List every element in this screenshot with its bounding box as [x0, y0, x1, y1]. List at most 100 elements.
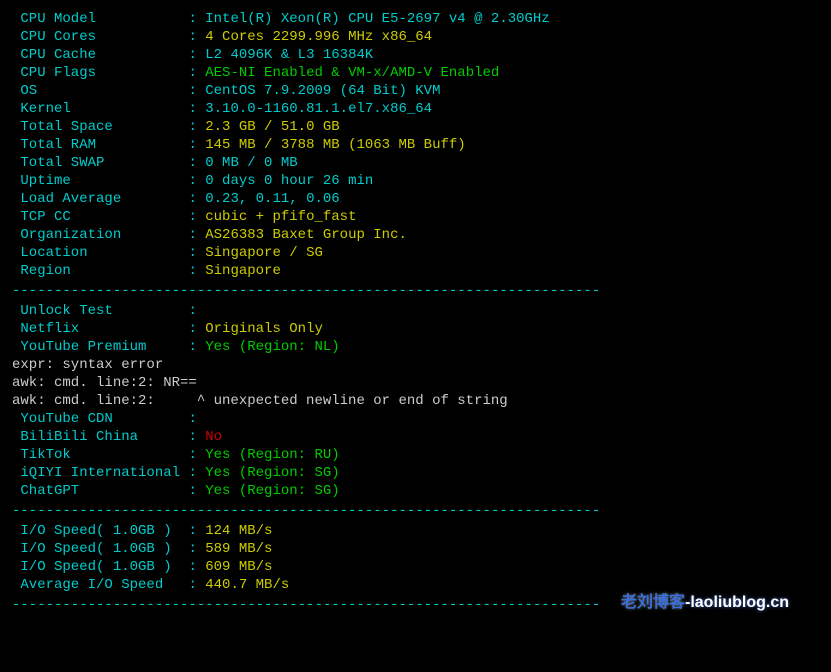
- separator: :: [188, 339, 205, 355]
- io-label: I/O Speed( 1.0GB ): [12, 523, 188, 539]
- separator: :: [188, 11, 205, 27]
- sys-label: Load Average: [12, 191, 188, 207]
- sys-row: Total SWAP : 0 MB / 0 MB: [12, 154, 795, 172]
- unlock_bottom-row: ChatGPT : Yes (Region: SG): [12, 482, 795, 500]
- unlock_bottom-row: TikTok : Yes (Region: RU): [12, 446, 795, 464]
- separator: :: [188, 321, 205, 337]
- sys-value: 0 MB / 0 MB: [205, 155, 297, 171]
- divider: ----------------------------------------…: [12, 282, 795, 300]
- io-label: I/O Speed( 1.0GB ): [12, 541, 188, 557]
- sys-label: Kernel: [12, 101, 188, 117]
- separator: :: [188, 541, 205, 557]
- sys-row: TCP CC : cubic + pfifo_fast: [12, 208, 795, 226]
- separator: :: [188, 173, 205, 189]
- sys-label: Location: [12, 245, 188, 261]
- sys-value: AS26383 Baxet Group Inc.: [205, 227, 407, 243]
- sys-value: 4 Cores 2299.996 MHz x86_64: [205, 29, 432, 45]
- io-row: I/O Speed( 1.0GB ) : 609 MB/s: [12, 558, 795, 576]
- unlock_top-label: YouTube Premium: [12, 339, 188, 355]
- sys-label: OS: [12, 83, 188, 99]
- sys-row: Kernel : 3.10.0-1160.81.1.el7.x86_64: [12, 100, 795, 118]
- sys-value: 0.23, 0.11, 0.06: [205, 191, 339, 207]
- separator: :: [188, 137, 205, 153]
- sys-value: AES-NI Enabled & VM-x/AMD-V Enabled: [205, 65, 499, 81]
- io-value: 440.7 MB/s: [205, 577, 289, 593]
- sys-row: CPU Cache : L2 4096K & L3 16384K: [12, 46, 795, 64]
- unlock_top-value: Originals Only: [205, 321, 323, 337]
- unlock_bottom-value: Yes (Region: SG): [205, 465, 339, 481]
- sys-label: Total SWAP: [12, 155, 188, 171]
- sys-label: CPU Cache: [12, 47, 188, 63]
- io-row: I/O Speed( 1.0GB ) : 589 MB/s: [12, 540, 795, 558]
- sys-row: Load Average : 0.23, 0.11, 0.06: [12, 190, 795, 208]
- separator: :: [188, 465, 205, 481]
- separator: :: [188, 47, 205, 63]
- sys-value: CentOS 7.9.2009 (64 Bit) KVM: [205, 83, 440, 99]
- sys-row: Total Space : 2.3 GB / 51.0 GB: [12, 118, 795, 136]
- unlock_top-row: Netflix : Originals Only: [12, 320, 795, 338]
- unlock_bottom-row: YouTube CDN :: [12, 410, 795, 428]
- unlock_bottom-value: Yes (Region: SG): [205, 483, 339, 499]
- separator: :: [188, 101, 205, 117]
- unlock_bottom-label: YouTube CDN: [12, 411, 188, 427]
- sys-value: Singapore: [205, 263, 281, 279]
- error-line: awk: cmd. line:2: ^ unexpected newline o…: [12, 392, 795, 410]
- sys-row: Organization : AS26383 Baxet Group Inc.: [12, 226, 795, 244]
- separator: :: [188, 577, 205, 593]
- separator: :: [188, 29, 205, 45]
- sys-row: Location : Singapore / SG: [12, 244, 795, 262]
- divider: ----------------------------------------…: [12, 596, 795, 614]
- unlock_bottom-row: BiliBili China : No: [12, 428, 795, 446]
- error-line: expr: syntax error: [12, 356, 795, 374]
- sys-value: cubic + pfifo_fast: [205, 209, 356, 225]
- separator: :: [188, 483, 205, 499]
- sys-label: Region: [12, 263, 188, 279]
- separator: :: [188, 155, 205, 171]
- sys-label: Uptime: [12, 173, 188, 189]
- separator: :: [188, 83, 205, 99]
- separator: :: [188, 263, 205, 279]
- unlock_header-row: Unlock Test :: [12, 302, 795, 320]
- unlock_bottom-label: ChatGPT: [12, 483, 188, 499]
- unlock_bottom-row: iQIYI International : Yes (Region: SG): [12, 464, 795, 482]
- separator: :: [188, 245, 205, 261]
- separator: :: [188, 447, 205, 463]
- sys-label: CPU Flags: [12, 65, 188, 81]
- separator: :: [188, 209, 205, 225]
- sys-row: Region : Singapore: [12, 262, 795, 280]
- error-line: awk: cmd. line:2: NR==: [12, 374, 795, 392]
- sys-value: 145 MB / 3788 MB (1063 MB Buff): [205, 137, 465, 153]
- sys-label: CPU Model: [12, 11, 188, 27]
- separator: :: [188, 65, 205, 81]
- sys-value: 0 days 0 hour 26 min: [205, 173, 373, 189]
- io-label: Average I/O Speed: [12, 577, 188, 593]
- io-label: I/O Speed( 1.0GB ): [12, 559, 188, 575]
- sys-label: Total RAM: [12, 137, 188, 153]
- unlock_bottom-label: BiliBili China: [12, 429, 188, 445]
- sys-row: Total RAM : 145 MB / 3788 MB (1063 MB Bu…: [12, 136, 795, 154]
- io-row: I/O Speed( 1.0GB ) : 124 MB/s: [12, 522, 795, 540]
- unlock_bottom-value: No: [205, 429, 222, 445]
- io-row: Average I/O Speed : 440.7 MB/s: [12, 576, 795, 594]
- sys-value: 2.3 GB / 51.0 GB: [205, 119, 339, 135]
- unlock_bottom-label: iQIYI International: [12, 465, 188, 481]
- sys-row: Uptime : 0 days 0 hour 26 min: [12, 172, 795, 190]
- io-value: 124 MB/s: [205, 523, 272, 539]
- io-value: 609 MB/s: [205, 559, 272, 575]
- unlock_top-value: Yes (Region: NL): [205, 339, 339, 355]
- sys-row: CPU Cores : 4 Cores 2299.996 MHz x86_64: [12, 28, 795, 46]
- separator: :: [188, 191, 205, 207]
- separator: :: [188, 227, 205, 243]
- sys-value: Singapore / SG: [205, 245, 323, 261]
- unlock_top-row: YouTube Premium : Yes (Region: NL): [12, 338, 795, 356]
- unlock_top-label: Netflix: [12, 321, 188, 337]
- sys-row: CPU Flags : AES-NI Enabled & VM-x/AMD-V …: [12, 64, 795, 82]
- unlock_bottom-label: TikTok: [12, 447, 188, 463]
- sys-label: Total Space: [12, 119, 188, 135]
- terminal-output: CPU Model : Intel(R) Xeon(R) CPU E5-2697…: [12, 10, 795, 614]
- sys-row: OS : CentOS 7.9.2009 (64 Bit) KVM: [12, 82, 795, 100]
- separator: :: [188, 559, 205, 575]
- sys-label: CPU Cores: [12, 29, 188, 45]
- separator: :: [188, 429, 205, 445]
- unlock_bottom-value: Yes (Region: RU): [205, 447, 339, 463]
